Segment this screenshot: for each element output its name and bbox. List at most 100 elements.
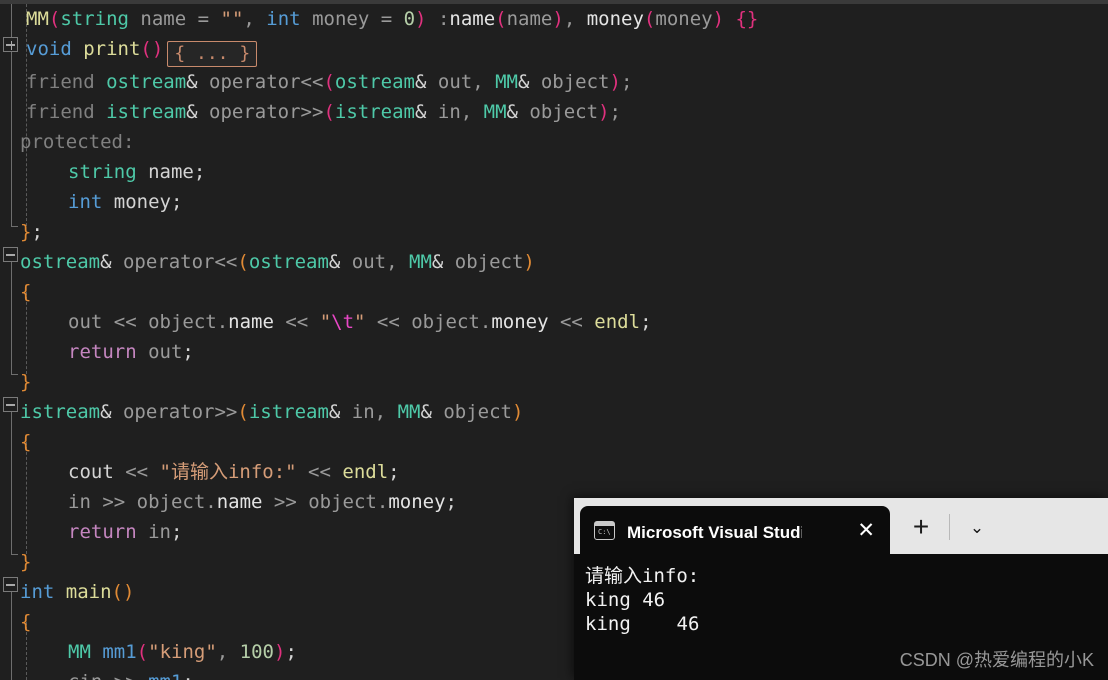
- token-operator: <<: [548, 311, 595, 333]
- token-control-keyword: return: [68, 521, 137, 543]
- code-line[interactable]: cout << "请输入info:" << endl;: [68, 457, 400, 487]
- token-identifier: object: [443, 251, 524, 273]
- code-line[interactable]: in >> object.name >> object.money;: [68, 487, 457, 517]
- token-operator: <<: [296, 461, 343, 483]
- terminal-window[interactable]: C:\ Microsoft Visual Studio 诊 ✕ + ⌄ 请输入i…: [574, 498, 1108, 680]
- token-identifier: in,: [340, 401, 398, 423]
- token-paren: ): [552, 8, 564, 30]
- token-string: "请输入info:": [159, 461, 297, 483]
- code-line[interactable]: out << object.name << "\t" << object.mon…: [68, 307, 652, 337]
- token-brace: {: [20, 611, 32, 633]
- token-operator: <<: [273, 311, 320, 333]
- chevron-down-icon[interactable]: ⌄: [960, 512, 994, 542]
- code-line[interactable]: MM(string name = "", int money = 0) :nam…: [26, 4, 758, 34]
- token-punct: ;: [182, 671, 193, 680]
- token-member: name: [216, 491, 263, 513]
- token-operator: =: [197, 8, 221, 30]
- code-line[interactable]: int main(): [20, 577, 134, 607]
- token-punct: ;: [620, 71, 633, 93]
- token-operator: &: [414, 71, 427, 93]
- close-icon[interactable]: ✕: [848, 520, 884, 541]
- token-operator: &: [420, 401, 432, 423]
- token-identifier: operator<<: [197, 71, 324, 93]
- new-tab-button[interactable]: +: [904, 512, 938, 542]
- console-icon: C:\: [594, 520, 615, 540]
- token-member: money: [388, 491, 446, 513]
- token-paren: (: [323, 101, 335, 123]
- token-identifier: operator>>: [111, 401, 238, 423]
- code-line[interactable]: friend istream& operator>>(istream& in, …: [26, 97, 621, 127]
- code-line[interactable]: {: [20, 277, 31, 307]
- token-identifier: object: [517, 101, 599, 123]
- token-identifier: operator>>: [197, 101, 324, 123]
- collapsed-block-pill[interactable]: { ... }: [167, 41, 258, 67]
- code-line[interactable]: };: [20, 217, 43, 247]
- code-line[interactable]: }: [20, 367, 31, 397]
- token-operator: &: [506, 101, 518, 123]
- code-line[interactable]: return out;: [68, 337, 194, 367]
- code-line[interactable]: int money;: [68, 187, 182, 217]
- code-line[interactable]: cin >> mm1;: [68, 667, 194, 680]
- terminal-tab-title: Microsoft Visual Studio 诊: [627, 522, 802, 542]
- code-line[interactable]: ostream& operator<<(ostream& out, MM& ob…: [20, 247, 535, 277]
- token-operator: << object.: [365, 311, 492, 333]
- token-member: money: [491, 311, 549, 333]
- token-paren: (: [48, 8, 61, 30]
- token-function: main: [65, 581, 112, 603]
- token-operator: =: [380, 8, 404, 30]
- code-line[interactable]: MM mm1("king", 100);: [68, 637, 297, 667]
- token-identifier: out: [136, 341, 183, 363]
- token-access-specifier: protected:: [20, 131, 135, 153]
- token-identifier: out,: [340, 251, 409, 273]
- token-paren: (: [136, 641, 149, 663]
- token-identifier: in >> object.: [68, 491, 217, 513]
- token-type: MM: [397, 401, 421, 423]
- token-paren: ): [511, 401, 524, 423]
- token-identifier: out,: [426, 71, 496, 93]
- token-escape: \t: [331, 311, 355, 333]
- code-line[interactable]: friend ostream& operator<<(ostream& out,…: [26, 67, 632, 97]
- code-line[interactable]: {: [20, 607, 31, 637]
- token-operator: <<: [113, 461, 160, 483]
- token-paren: ): [273, 641, 286, 663]
- terminal-titlebar[interactable]: C:\ Microsoft Visual Studio 诊 ✕ + ⌄: [574, 498, 1108, 554]
- code-line[interactable]: }: [20, 547, 31, 577]
- token-type: istream: [20, 401, 101, 423]
- token-keyword-friend: friend: [26, 101, 107, 123]
- terminal-tab-active[interactable]: C:\ Microsoft Visual Studio 诊 ✕: [580, 506, 890, 554]
- code-line[interactable]: return in;: [68, 517, 182, 547]
- token-endl: endl: [594, 311, 641, 333]
- token-punct: ;: [285, 641, 297, 663]
- token-operator: &: [414, 101, 427, 123]
- token-paren: (: [643, 8, 656, 30]
- token-member: money: [586, 8, 644, 30]
- token-paren: (: [495, 8, 507, 30]
- token-type: ostream: [20, 251, 101, 273]
- token-identifier: in,: [426, 101, 484, 123]
- token-identifier: cin >>: [68, 671, 148, 680]
- token-keyword: int: [68, 191, 103, 213]
- token-keyword: void: [26, 38, 72, 60]
- token-punct: ;: [170, 521, 183, 543]
- terminal-output-line: 请输入info:: [585, 565, 700, 587]
- token-paren: (): [111, 581, 135, 603]
- token-operator: &: [431, 251, 444, 273]
- token-brace: {: [20, 281, 32, 303]
- token-operator: &: [186, 71, 198, 93]
- code-line[interactable]: string name;: [68, 157, 205, 187]
- token-type: istream: [334, 101, 415, 123]
- terminal-output[interactable]: 请输入info: king 46 king 46 CSDN @热爱编程的小K: [574, 554, 1108, 680]
- code-line[interactable]: void print(){ ... }: [26, 34, 258, 67]
- token-type: MM: [68, 641, 91, 663]
- code-line[interactable]: protected:: [20, 127, 134, 157]
- code-line[interactable]: {: [20, 427, 31, 457]
- token-brace: {: [20, 431, 32, 453]
- token-punct: ,: [243, 8, 267, 30]
- token-keyword-friend: friend: [26, 71, 107, 93]
- token-endl: endl: [342, 461, 389, 483]
- code-line[interactable]: istream& operator>>(istream& in, MM& obj…: [20, 397, 523, 427]
- token-operator: &: [100, 401, 112, 423]
